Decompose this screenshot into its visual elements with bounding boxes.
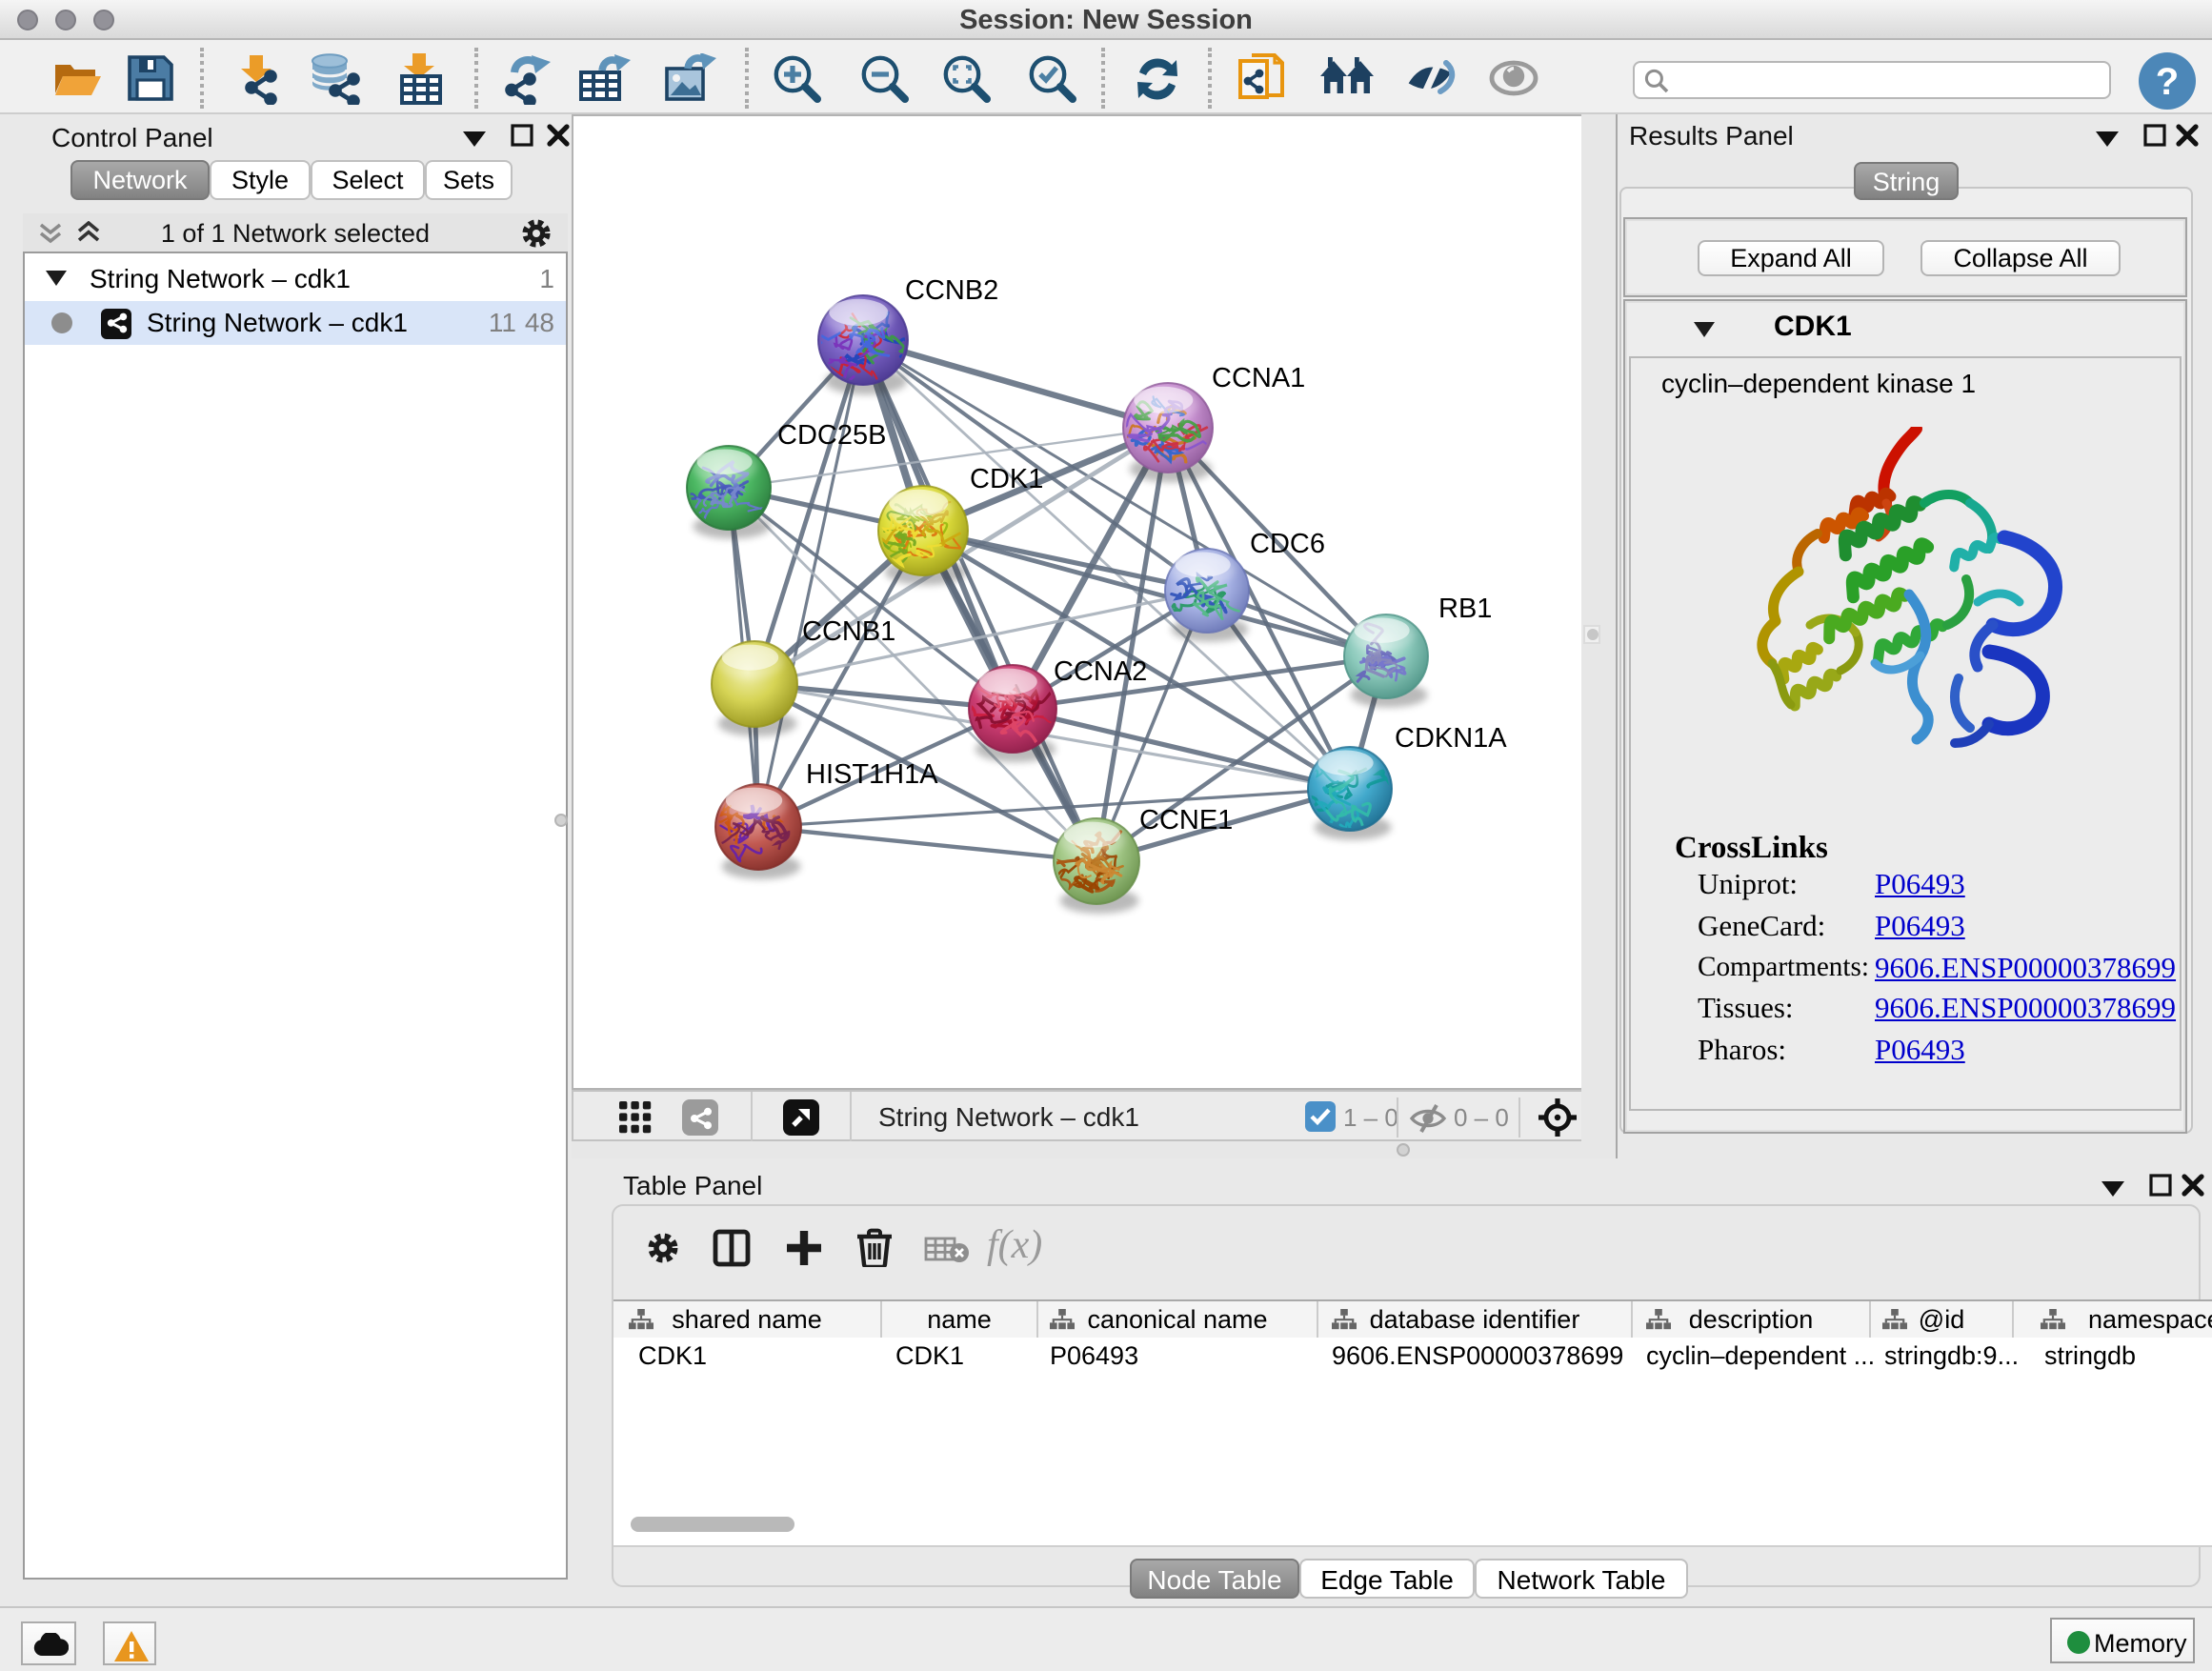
- svg-text:CCNA1: CCNA1: [1212, 363, 1305, 393]
- svg-text:CDC25B: CDC25B: [777, 420, 886, 451]
- svg-text:CDK1: CDK1: [970, 464, 1043, 494]
- svg-text:HIST1H1A: HIST1H1A: [806, 759, 938, 790]
- svg-text:CDKN1A: CDKN1A: [1395, 723, 1507, 754]
- svg-text:CDC6: CDC6: [1250, 529, 1325, 559]
- svg-text:CCNE1: CCNE1: [1139, 805, 1233, 836]
- svg-text:CCNB2: CCNB2: [905, 275, 998, 306]
- svg-text:RB1: RB1: [1438, 594, 1492, 624]
- svg-text:?: ?: [2156, 61, 2179, 103]
- svg-text:CCNB1: CCNB1: [802, 616, 895, 647]
- svg-text:CCNA2: CCNA2: [1054, 656, 1147, 687]
